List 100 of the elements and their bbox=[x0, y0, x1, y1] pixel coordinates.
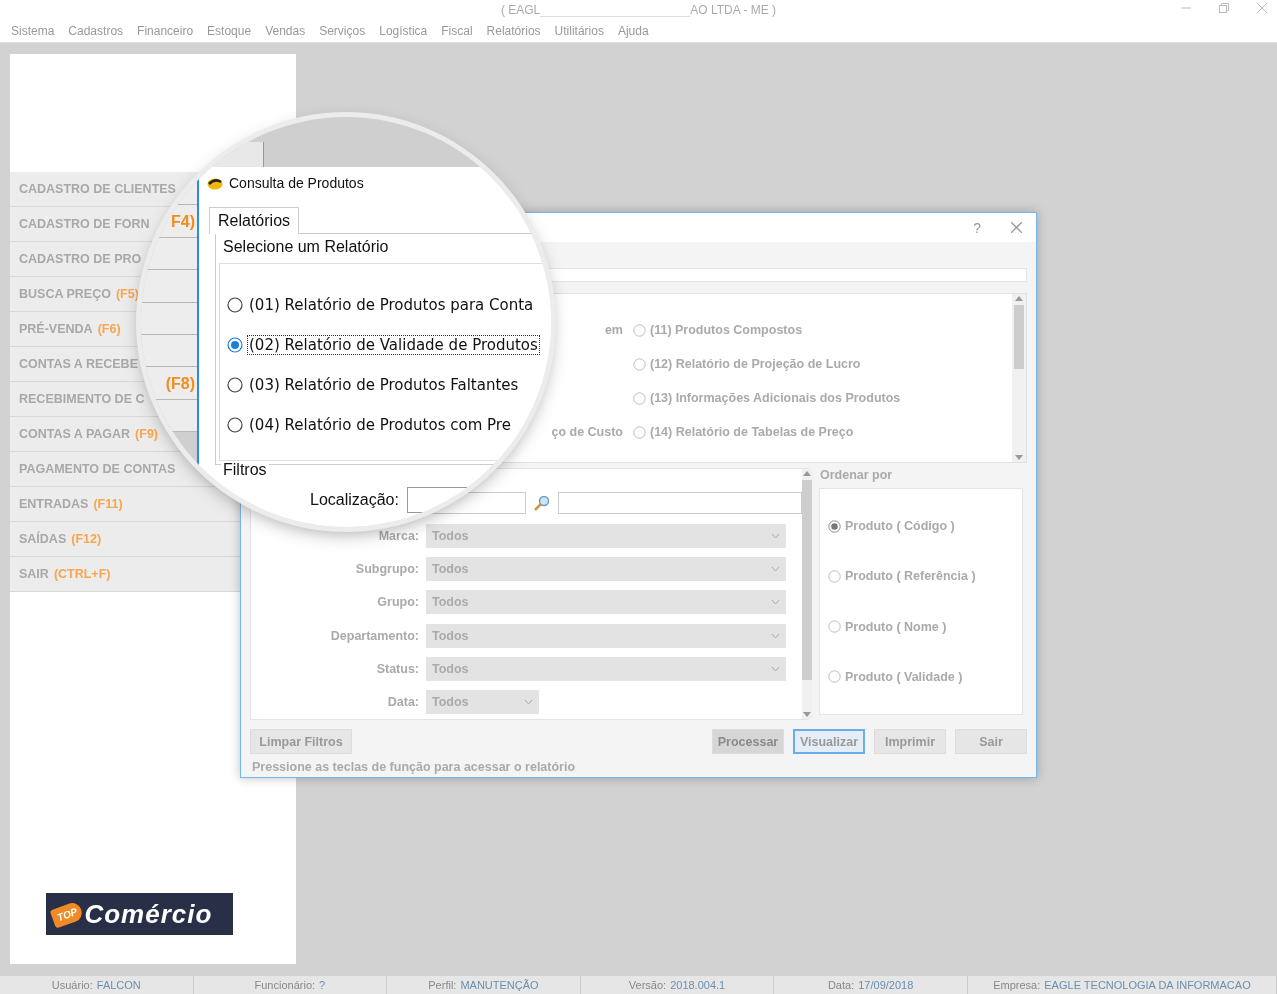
sort-option[interactable]: Produto ( Nome ) bbox=[845, 619, 947, 634]
status-label: Data: bbox=[827, 979, 855, 991]
shortcut-key: (F11) bbox=[93, 497, 123, 511]
input-field[interactable] bbox=[558, 491, 802, 514]
sidebar-label: SAIR bbox=[19, 567, 49, 581]
report-option[interactable]: (12) Relatório de Projeção de Lucro bbox=[650, 357, 861, 371]
close-icon[interactable] bbox=[1011, 222, 1022, 233]
dropdown[interactable]: Todos bbox=[426, 657, 786, 682]
menu-item[interactable]: Relatórios bbox=[479, 24, 548, 38]
sidebar-label: CONTAS A RECEBE bbox=[19, 357, 138, 371]
dropdown[interactable]: Todos bbox=[426, 690, 539, 715]
sidebar-label: CONTAS A PAGAR bbox=[19, 427, 131, 441]
report-option[interactable]: ço de Custo bbox=[551, 425, 623, 439]
logo: TOP Comércio bbox=[46, 893, 233, 935]
group-title: Ordenar por bbox=[819, 468, 894, 484]
radio-button[interactable] bbox=[227, 376, 243, 393]
scroll-down-icon[interactable] bbox=[1015, 455, 1023, 460]
sidebar-label: PAGAMENTO DE CONTAS bbox=[19, 462, 176, 476]
tab[interactable]: Relatórios bbox=[209, 207, 300, 234]
report-option[interactable]: (01) Relatório de Produtos para Conta bbox=[247, 294, 536, 315]
dialog-button[interactable]: Visualizar bbox=[793, 729, 865, 754]
report-option[interactable]: (14) Relatório de Tabelas de Preço bbox=[650, 425, 854, 439]
radio-button[interactable] bbox=[227, 336, 243, 353]
radio-button[interactable] bbox=[633, 425, 646, 439]
menu-item[interactable]: Ajuda bbox=[610, 24, 656, 38]
sidebar-label: SAÍDAS bbox=[19, 532, 67, 546]
filter-label: Grupo: bbox=[376, 595, 419, 610]
clear-filters-button[interactable]: Limpar Filtros bbox=[250, 729, 352, 754]
scrollbar[interactable] bbox=[1012, 294, 1026, 462]
status-value: 17/09/2018 bbox=[858, 979, 914, 991]
radio-button[interactable] bbox=[633, 391, 646, 405]
menu-item[interactable]: Fiscal bbox=[434, 24, 480, 38]
sidebar-label: PRÉ-VENDA bbox=[19, 322, 93, 336]
menu-item[interactable]: Financeiro bbox=[130, 24, 201, 38]
sidebar-item[interactable]: SAÍDAS (F12) bbox=[10, 522, 240, 557]
sidebar-label: CADASTRO DE PRO bbox=[19, 252, 142, 266]
shortcut-key: (F6) bbox=[97, 322, 121, 336]
status-value: ? bbox=[319, 979, 326, 991]
window-title: ( EAGL bbox=[500, 3, 541, 17]
chevron-down-icon bbox=[771, 632, 780, 639]
scroll-up-icon[interactable] bbox=[1015, 296, 1023, 301]
filter-label: Data: bbox=[386, 695, 419, 710]
app-icon bbox=[207, 176, 223, 190]
report-option[interactable]: (03) Relatório de Produtos Faltantes bbox=[247, 374, 521, 395]
chevron-down-icon bbox=[524, 699, 533, 706]
filter-label: Departamento: bbox=[329, 628, 419, 643]
sidebar-item[interactable]: SAIR (CTRL+F) bbox=[10, 557, 240, 592]
sort-option[interactable]: Produto ( Validade ) bbox=[845, 669, 963, 684]
dropdown[interactable]: Todos bbox=[426, 523, 786, 548]
radio-button[interactable] bbox=[828, 569, 841, 583]
radio-button[interactable] bbox=[828, 670, 841, 684]
menu-item[interactable]: Logística bbox=[372, 24, 435, 38]
dialog-button[interactable]: Imprimir bbox=[874, 729, 946, 754]
report-option[interactable]: (04) Relatório de Produtos com Pre bbox=[247, 414, 513, 435]
status-value: EAGLE TECNOLOGIA DA INFORMACAO bbox=[1044, 979, 1251, 991]
sort-option[interactable]: Produto ( Código ) bbox=[845, 519, 955, 534]
radio-button[interactable] bbox=[633, 323, 646, 337]
sidebar-item[interactable]: ENTRADAS (F11) bbox=[10, 487, 240, 522]
chevron-down-icon bbox=[771, 566, 780, 573]
chevron-down-icon bbox=[771, 532, 780, 539]
radio-button[interactable] bbox=[227, 296, 243, 313]
search-icon[interactable] bbox=[533, 493, 551, 512]
status-value: 2018.004.1 bbox=[670, 979, 726, 991]
sort-option[interactable]: Produto ( Referência ) bbox=[845, 569, 976, 584]
dropdown[interactable]: Todos bbox=[426, 623, 786, 648]
scrollbar[interactable] bbox=[802, 469, 812, 719]
sidebar-label: BUSCA PREÇO bbox=[19, 287, 111, 301]
menu-item[interactable]: Estoque bbox=[200, 24, 259, 38]
window-title: AO LTDA - ME ) bbox=[690, 3, 777, 17]
sidebar-label: RECEBIMENTO DE C bbox=[19, 392, 145, 406]
report-option[interactable]: (13) Informações Adicionais dos Produtos bbox=[650, 391, 901, 405]
menu-item[interactable]: Vendas bbox=[258, 24, 313, 38]
menu-item[interactable]: Cadastros bbox=[61, 24, 131, 38]
restore-icon[interactable] bbox=[1219, 3, 1229, 13]
menu-item[interactable]: Serviços bbox=[312, 24, 373, 38]
menu-item[interactable]: Utilitários bbox=[547, 24, 611, 38]
status-label: Funcionário: bbox=[254, 979, 316, 991]
dropdown[interactable]: Todos bbox=[426, 590, 786, 615]
dialog-button[interactable]: Sair bbox=[955, 729, 1027, 754]
radio-button[interactable] bbox=[828, 620, 841, 634]
radio-button[interactable] bbox=[633, 357, 646, 371]
status-value: FALCON bbox=[96, 979, 141, 991]
filter-label: Marca: bbox=[377, 528, 419, 543]
report-option[interactable]: (11) Produtos Compostos bbox=[650, 323, 803, 337]
radio-button[interactable] bbox=[227, 416, 243, 433]
filter-label: Status: bbox=[375, 662, 419, 677]
scroll-down-icon[interactable] bbox=[803, 712, 811, 717]
shortcut-key: (F12) bbox=[71, 532, 102, 546]
report-option[interactable]: em bbox=[604, 323, 623, 337]
menu-item[interactable]: Sistema bbox=[4, 24, 62, 38]
sidebar-label: CADASTRO DE CLIENTES bbox=[19, 182, 176, 196]
hint-text: Pressione as teclas de função para acessar o relatório bbox=[251, 760, 577, 774]
shortcut-key: (CTRL+F) bbox=[53, 567, 111, 581]
status-label: Usuário: bbox=[51, 979, 93, 991]
close-icon[interactable] bbox=[1257, 3, 1267, 13]
help-button[interactable]: ? bbox=[973, 219, 981, 236]
dropdown[interactable]: Todos bbox=[426, 557, 786, 582]
scroll-up-icon[interactable] bbox=[803, 471, 811, 476]
report-option[interactable]: (02) Relatório de Validade de Produtos bbox=[247, 334, 540, 355]
radio-button[interactable] bbox=[828, 519, 841, 533]
